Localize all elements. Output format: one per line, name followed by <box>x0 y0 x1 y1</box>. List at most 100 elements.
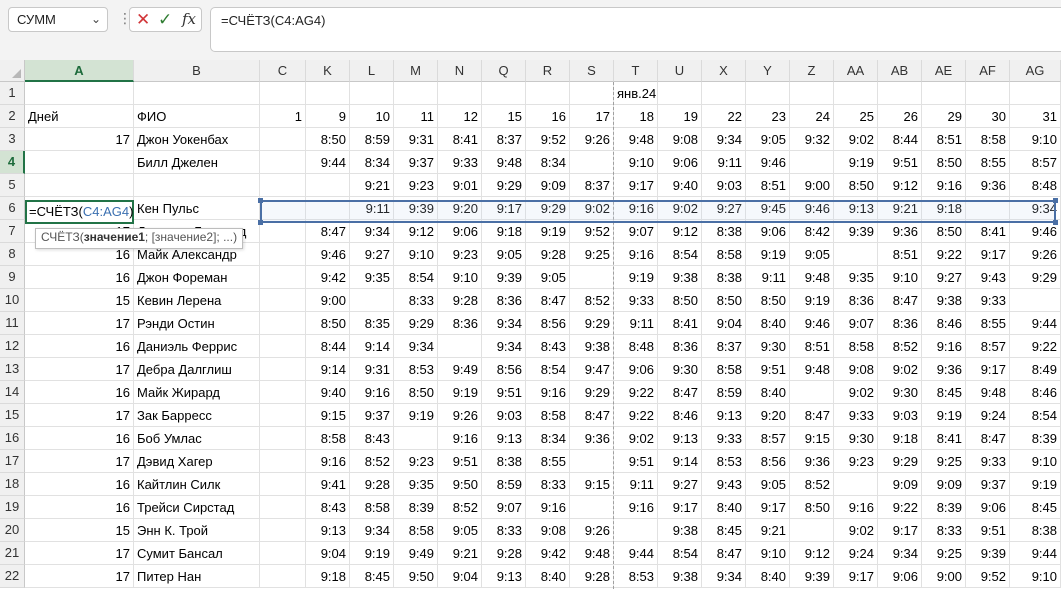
cell[interactable] <box>1010 82 1061 105</box>
name-cell[interactable]: Джон Фореман <box>134 266 260 289</box>
time-cell[interactable]: 8:41 <box>438 128 482 151</box>
time-cell[interactable]: 9:23 <box>394 174 438 197</box>
time-cell[interactable]: 9:24 <box>834 542 878 565</box>
time-cell[interactable]: 9:17 <box>878 519 922 542</box>
time-cell[interactable]: 9:38 <box>658 266 702 289</box>
time-cell[interactable]: 8:36 <box>878 312 922 335</box>
time-cell[interactable]: 9:13 <box>658 427 702 450</box>
time-cell[interactable]: 9:28 <box>350 473 394 496</box>
day-header[interactable]: 19 <box>658 105 702 128</box>
time-cell[interactable]: 9:35 <box>394 473 438 496</box>
time-cell[interactable]: 9:08 <box>658 128 702 151</box>
row-header-20[interactable]: 20 <box>0 519 25 542</box>
time-cell[interactable]: 9:29 <box>394 312 438 335</box>
time-cell[interactable]: 9:52 <box>526 128 570 151</box>
column-header-ag[interactable]: AG <box>1010 60 1061 82</box>
time-cell[interactable]: 8:40 <box>526 565 570 588</box>
time-cell[interactable]: 9:10 <box>1010 128 1061 151</box>
time-cell[interactable]: 9:10 <box>438 266 482 289</box>
row-header-7[interactable]: 7 <box>0 220 25 243</box>
row-header-1[interactable]: 1 <box>0 82 25 105</box>
time-cell[interactable]: 8:57 <box>746 427 790 450</box>
time-cell[interactable] <box>260 220 306 243</box>
time-cell[interactable]: 8:41 <box>966 220 1010 243</box>
insert-function-icon[interactable]: fx <box>182 10 196 28</box>
time-cell[interactable]: 9:14 <box>658 450 702 473</box>
time-cell[interactable]: 9:38 <box>658 565 702 588</box>
time-cell[interactable]: 9:21 <box>350 174 394 197</box>
days-cell[interactable]: 16 <box>25 496 134 519</box>
time-cell[interactable]: 9:33 <box>438 151 482 174</box>
time-cell[interactable]: 9:09 <box>878 473 922 496</box>
time-cell[interactable]: 9:20 <box>746 404 790 427</box>
name-cell[interactable]: Джон Уокенбах <box>134 128 260 151</box>
time-cell[interactable] <box>260 128 306 151</box>
cell[interactable] <box>922 82 966 105</box>
time-cell[interactable]: 9:26 <box>1010 243 1061 266</box>
time-cell[interactable]: 9:28 <box>438 289 482 312</box>
column-header-u[interactable]: U <box>658 60 702 82</box>
time-cell[interactable]: 8:47 <box>966 427 1010 450</box>
time-cell[interactable]: 9:51 <box>966 519 1010 542</box>
time-cell[interactable]: 8:58 <box>306 427 350 450</box>
day-header[interactable]: 31 <box>1010 105 1061 128</box>
time-cell[interactable]: 9:36 <box>790 450 834 473</box>
time-cell[interactable]: 9:19 <box>1010 473 1061 496</box>
column-header-t[interactable]: T <box>614 60 658 82</box>
row-header-2[interactable]: 2 <box>0 105 25 128</box>
time-cell[interactable]: 9:11 <box>702 151 746 174</box>
column-header-l[interactable]: L <box>350 60 394 82</box>
name-cell[interactable]: Дэвид Хагер <box>134 450 260 473</box>
time-cell[interactable]: 8:58 <box>526 404 570 427</box>
time-cell[interactable]: 9:06 <box>658 151 702 174</box>
days-cell[interactable]: 17 <box>25 128 134 151</box>
column-header-r[interactable]: R <box>526 60 570 82</box>
time-cell[interactable]: 9:18 <box>482 220 526 243</box>
time-cell[interactable] <box>260 358 306 381</box>
time-cell[interactable] <box>260 243 306 266</box>
time-cell[interactable]: 8:50 <box>834 174 878 197</box>
days-cell[interactable]: 16 <box>25 473 134 496</box>
time-cell[interactable] <box>260 473 306 496</box>
time-cell[interactable]: 9:04 <box>306 542 350 565</box>
time-cell[interactable]: 8:50 <box>658 289 702 312</box>
time-cell[interactable]: 8:48 <box>614 335 658 358</box>
time-cell[interactable]: 9:19 <box>834 151 878 174</box>
time-cell[interactable]: 8:33 <box>394 289 438 312</box>
time-cell[interactable]: 9:16 <box>614 496 658 519</box>
column-header-a[interactable]: A <box>25 60 134 82</box>
time-cell[interactable]: 9:51 <box>746 358 790 381</box>
cell[interactable] <box>658 82 702 105</box>
time-cell[interactable] <box>306 174 350 197</box>
time-cell[interactable]: 9:48 <box>790 358 834 381</box>
time-cell[interactable]: 9:39 <box>482 266 526 289</box>
cell[interactable] <box>702 82 746 105</box>
time-cell[interactable] <box>570 266 614 289</box>
time-cell[interactable]: 9:36 <box>922 358 966 381</box>
time-cell[interactable]: 9:48 <box>790 266 834 289</box>
time-cell[interactable]: 8:37 <box>702 335 746 358</box>
time-cell[interactable] <box>260 289 306 312</box>
column-header-c[interactable]: C <box>260 60 306 82</box>
time-cell[interactable]: 9:05 <box>746 128 790 151</box>
time-cell[interactable]: 8:47 <box>702 542 746 565</box>
time-cell[interactable]: 9:43 <box>966 266 1010 289</box>
column-header-s[interactable]: S <box>570 60 614 82</box>
time-cell[interactable]: 8:40 <box>746 381 790 404</box>
time-cell[interactable]: 9:52 <box>570 220 614 243</box>
column-header-z[interactable]: Z <box>790 60 834 82</box>
name-cell[interactable]: Трейси Сирстад <box>134 496 260 519</box>
days-cell[interactable]: 17 <box>25 450 134 473</box>
time-cell[interactable]: 9:51 <box>878 151 922 174</box>
time-cell[interactable]: 9:17 <box>966 243 1010 266</box>
name-cell[interactable]: Питер Нан <box>134 565 260 588</box>
time-cell[interactable]: 9:21 <box>746 519 790 542</box>
days-cell[interactable]: 16 <box>25 427 134 450</box>
time-cell[interactable]: 9:10 <box>1010 565 1061 588</box>
days-cell[interactable] <box>25 174 134 197</box>
day-header[interactable]: 10 <box>350 105 394 128</box>
time-cell[interactable]: 9:03 <box>878 404 922 427</box>
time-cell[interactable]: 9:05 <box>526 266 570 289</box>
time-cell[interactable]: 8:36 <box>658 335 702 358</box>
time-cell[interactable]: 9:52 <box>966 565 1010 588</box>
